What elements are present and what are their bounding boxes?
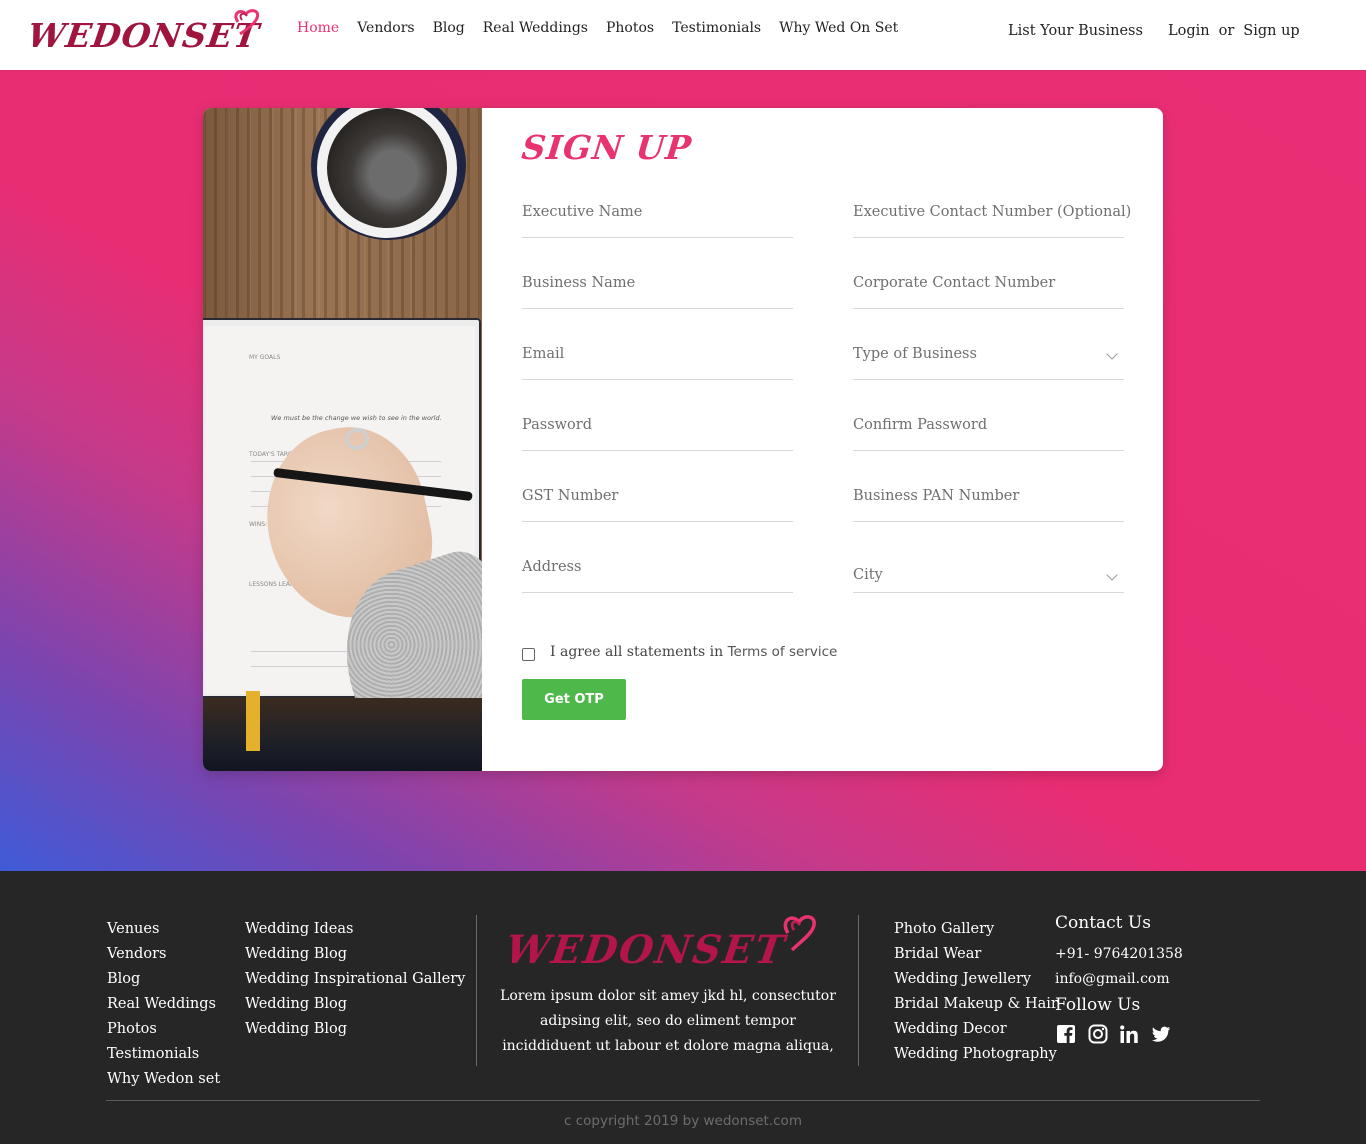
site-logo[interactable]: WEDONSET bbox=[25, 6, 278, 56]
footer-link[interactable]: Why Wedon set bbox=[107, 1067, 220, 1092]
footer-rule bbox=[106, 1100, 1260, 1101]
footer-about: Lorem ipsum dolor sit amey jkd hl, conse… bbox=[500, 988, 836, 1054]
terms-checkbox[interactable] bbox=[522, 648, 535, 661]
contact-title: Contact Us bbox=[1055, 913, 1151, 933]
footer-link[interactable]: Wedding Blog bbox=[245, 1017, 465, 1042]
nav-photos[interactable]: Photos bbox=[606, 20, 654, 36]
auth-links: Login or Sign up bbox=[1168, 23, 1300, 39]
chevron-down-icon bbox=[1106, 348, 1118, 360]
field-label: GST Number bbox=[522, 488, 619, 504]
chevron-down-icon bbox=[1106, 569, 1118, 581]
footer-link[interactable]: Vendors bbox=[107, 942, 220, 967]
footer-link[interactable]: Testimonials bbox=[107, 1042, 220, 1067]
field-label: City bbox=[853, 567, 883, 583]
nav-testimonials[interactable]: Testimonials bbox=[672, 20, 761, 36]
footer-link[interactable]: Wedding Blog bbox=[245, 992, 465, 1017]
or-text: or bbox=[1218, 23, 1235, 39]
executive-name-field[interactable]: Executive Name bbox=[522, 202, 793, 238]
footer-divider bbox=[476, 915, 477, 1066]
twitter-icon[interactable] bbox=[1150, 1023, 1172, 1045]
nav-home[interactable]: Home bbox=[297, 20, 339, 36]
executive-contact-field[interactable]: Executive Contact Number (Optional) bbox=[853, 202, 1131, 238]
footer-logo-text: WEDONSET bbox=[502, 927, 790, 973]
password-field[interactable]: Password bbox=[522, 415, 793, 451]
footer-col-3: Photo Gallery Bridal Wear Wedding Jewell… bbox=[894, 917, 1058, 1067]
agree-text: I agree all statements in bbox=[550, 644, 724, 660]
field-label: Business Name bbox=[522, 275, 636, 291]
footer-col-1: Venues Vendors Blog Real Weddings Photos… bbox=[107, 917, 220, 1092]
site-footer: Venues Vendors Blog Real Weddings Photos… bbox=[0, 871, 1366, 1144]
heart-icon bbox=[234, 9, 260, 36]
footer-link[interactable]: Wedding Photography bbox=[894, 1042, 1058, 1067]
address-field[interactable]: Address bbox=[522, 557, 793, 593]
signup-photo: MY GOALS We must be the change we wish t… bbox=[203, 108, 482, 771]
footer-link[interactable]: Bridal Makeup & Hair bbox=[894, 992, 1058, 1017]
linkedin-icon[interactable] bbox=[1118, 1023, 1140, 1045]
instagram-icon[interactable] bbox=[1087, 1023, 1109, 1045]
photo-bottom bbox=[203, 698, 482, 771]
field-label: Executive Name bbox=[522, 204, 643, 220]
terms-agreement: I agree all statements in Terms of servi… bbox=[550, 644, 837, 660]
footer-link[interactable]: Photos bbox=[107, 1017, 220, 1042]
coffee bbox=[327, 108, 447, 228]
signup-card: MY GOALS We must be the change we wish t… bbox=[203, 108, 1163, 771]
gst-number-field[interactable]: GST Number bbox=[522, 486, 793, 522]
terms-link[interactable]: Terms of service bbox=[728, 644, 838, 660]
field-label: Password bbox=[522, 417, 592, 433]
follow-title: Follow Us bbox=[1055, 995, 1141, 1015]
nav-why-wed-on-set[interactable]: Why Wed On Set bbox=[779, 20, 898, 36]
business-type-select[interactable]: Type of Business bbox=[853, 344, 1124, 380]
footer-logo[interactable]: WEDONSET bbox=[502, 911, 836, 981]
main-nav: Home Vendors Blog Real Weddings Photos T… bbox=[297, 20, 898, 36]
footer-link[interactable]: Photo Gallery bbox=[894, 917, 1058, 942]
footer-link[interactable]: Blog bbox=[107, 967, 220, 992]
footer-link[interactable]: Wedding Ideas bbox=[245, 917, 465, 942]
city-select[interactable]: City bbox=[853, 565, 1124, 593]
signup-link[interactable]: Sign up bbox=[1243, 23, 1299, 39]
field-label: Executive Contact Number (Optional) bbox=[853, 204, 1132, 220]
corporate-contact-field[interactable]: Corporate Contact Number bbox=[853, 273, 1124, 309]
notebook-quote: We must be the change we wish to see in … bbox=[271, 414, 442, 422]
field-label: Confirm Password bbox=[853, 417, 988, 433]
footer-col-2: Wedding Ideas Wedding Blog Wedding Inspi… bbox=[245, 917, 465, 1042]
footer-link[interactable]: Wedding Blog bbox=[245, 942, 465, 967]
get-otp-button[interactable]: Get OTP bbox=[522, 679, 626, 720]
contact-phone[interactable]: +91- 9764201358 bbox=[1055, 946, 1183, 962]
form-title: SIGN UP bbox=[519, 128, 694, 167]
footer-link[interactable]: Wedding Decor bbox=[894, 1017, 1058, 1042]
nav-real-weddings[interactable]: Real Weddings bbox=[483, 20, 588, 36]
footer-link[interactable]: Wedding Inspirational Gallery bbox=[245, 967, 465, 992]
contact-email[interactable]: info@gmail.com bbox=[1055, 971, 1170, 987]
confirm-password-field[interactable]: Confirm Password bbox=[853, 415, 1124, 451]
list-business-link[interactable]: List Your Business bbox=[1008, 23, 1143, 39]
footer-link[interactable]: Real Weddings bbox=[107, 992, 220, 1017]
footer-link[interactable]: Venues bbox=[107, 917, 220, 942]
field-label: Business PAN Number bbox=[853, 488, 1020, 504]
login-link[interactable]: Login bbox=[1168, 23, 1210, 39]
heart-icon bbox=[783, 915, 816, 952]
site-header: WEDONSET Home Vendors Blog Real Weddings… bbox=[0, 0, 1366, 70]
pan-number-field[interactable]: Business PAN Number bbox=[853, 486, 1124, 522]
nav-blog[interactable]: Blog bbox=[433, 20, 465, 36]
business-name-field[interactable]: Business Name bbox=[522, 273, 793, 309]
field-label: Type of Business bbox=[853, 346, 977, 362]
bookmark-ribbon bbox=[246, 691, 260, 751]
copyright: c copyright 2019 by wedonset.com bbox=[564, 1113, 802, 1129]
facebook-icon[interactable] bbox=[1055, 1023, 1077, 1045]
field-label: Address bbox=[522, 559, 582, 575]
signup-form: SIGN UP Executive Name Executive Contact… bbox=[482, 108, 1163, 771]
notebook-heading: MY GOALS bbox=[249, 354, 281, 361]
footer-link[interactable]: Wedding Jewellery bbox=[894, 967, 1058, 992]
notebook-wins: WINS: bbox=[249, 521, 268, 528]
email-field[interactable]: Email bbox=[522, 344, 793, 380]
footer-divider bbox=[858, 915, 859, 1066]
field-label: Email bbox=[522, 346, 565, 362]
nav-vendors[interactable]: Vendors bbox=[357, 20, 414, 36]
footer-link[interactable]: Bridal Wear bbox=[894, 942, 1058, 967]
field-label: Corporate Contact Number bbox=[853, 275, 1056, 291]
